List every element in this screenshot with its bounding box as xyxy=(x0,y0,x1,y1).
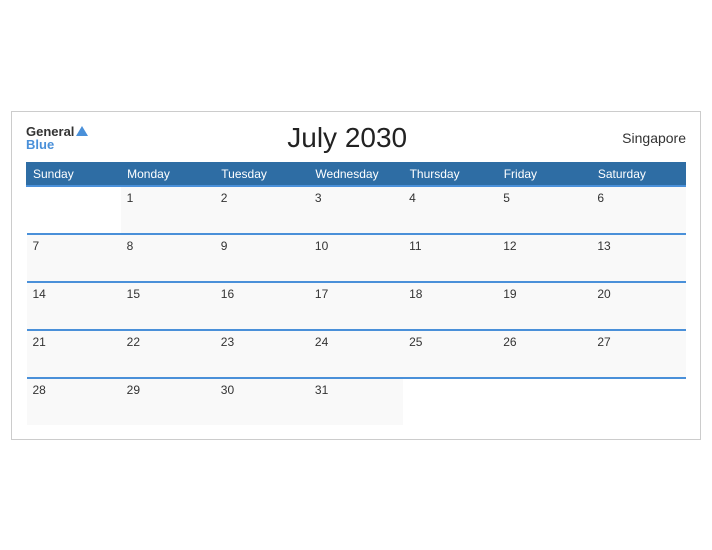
day-cell: 8 xyxy=(121,234,215,282)
day-number: 20 xyxy=(597,287,610,301)
day-cell: 12 xyxy=(497,234,591,282)
day-cell: 17 xyxy=(309,282,403,330)
day-number: 3 xyxy=(315,191,322,205)
day-number: 15 xyxy=(127,287,140,301)
day-cell: 16 xyxy=(215,282,309,330)
day-number: 6 xyxy=(597,191,604,205)
day-number: 1 xyxy=(127,191,134,205)
day-number: 9 xyxy=(221,239,228,253)
day-number: 27 xyxy=(597,335,610,349)
calendar-location: Singapore xyxy=(606,130,686,146)
day-number: 14 xyxy=(33,287,46,301)
day-number: 31 xyxy=(315,383,328,397)
day-number: 16 xyxy=(221,287,234,301)
day-cell: 13 xyxy=(591,234,685,282)
day-cell: 9 xyxy=(215,234,309,282)
day-number: 30 xyxy=(221,383,234,397)
day-cell: 23 xyxy=(215,330,309,378)
day-cell: 3 xyxy=(309,186,403,234)
day-cell xyxy=(27,186,121,234)
day-number: 4 xyxy=(409,191,416,205)
day-cell: 1 xyxy=(121,186,215,234)
day-header-thursday: Thursday xyxy=(403,162,497,186)
days-header-row: SundayMondayTuesdayWednesdayThursdayFrid… xyxy=(27,162,686,186)
day-cell xyxy=(591,378,685,425)
day-cell: 19 xyxy=(497,282,591,330)
day-number: 24 xyxy=(315,335,328,349)
week-row-0: 1 2 3 4 5 6 xyxy=(27,186,686,234)
day-cell: 22 xyxy=(121,330,215,378)
day-number: 11 xyxy=(409,239,421,253)
day-number: 17 xyxy=(315,287,328,301)
day-cell: 21 xyxy=(27,330,121,378)
day-header-friday: Friday xyxy=(497,162,591,186)
day-number: 23 xyxy=(221,335,234,349)
day-number: 26 xyxy=(503,335,516,349)
logo-blue: Blue xyxy=(26,138,88,151)
day-cell: 31 xyxy=(309,378,403,425)
day-cell: 28 xyxy=(27,378,121,425)
day-cell: 10 xyxy=(309,234,403,282)
day-number: 10 xyxy=(315,239,328,253)
week-row-4: 28 29 30 31 xyxy=(27,378,686,425)
week-row-2: 14 15 16 17 18 19 20 xyxy=(27,282,686,330)
day-cell: 26 xyxy=(497,330,591,378)
day-cell: 4 xyxy=(403,186,497,234)
day-cell: 24 xyxy=(309,330,403,378)
day-number: 25 xyxy=(409,335,422,349)
logo-general: General xyxy=(26,125,88,138)
day-cell: 14 xyxy=(27,282,121,330)
day-cell xyxy=(497,378,591,425)
day-number: 12 xyxy=(503,239,516,253)
calendar-container: General Blue July 2030 Singapore SundayM… xyxy=(11,111,701,440)
calendar-title: July 2030 xyxy=(88,122,606,154)
day-number: 19 xyxy=(503,287,516,301)
day-number: 13 xyxy=(597,239,610,253)
day-number: 22 xyxy=(127,335,140,349)
logo: General Blue xyxy=(26,125,88,151)
logo-arrow-icon xyxy=(76,126,88,136)
day-cell: 30 xyxy=(215,378,309,425)
day-cell: 15 xyxy=(121,282,215,330)
day-cell: 2 xyxy=(215,186,309,234)
day-cell: 27 xyxy=(591,330,685,378)
day-number: 5 xyxy=(503,191,510,205)
day-cell: 5 xyxy=(497,186,591,234)
day-number: 29 xyxy=(127,383,140,397)
day-cell: 20 xyxy=(591,282,685,330)
day-cell: 6 xyxy=(591,186,685,234)
day-header-tuesday: Tuesday xyxy=(215,162,309,186)
day-number: 18 xyxy=(409,287,422,301)
day-number: 7 xyxy=(33,239,40,253)
day-number: 28 xyxy=(33,383,46,397)
day-cell: 7 xyxy=(27,234,121,282)
day-number: 21 xyxy=(33,335,46,349)
day-cell: 25 xyxy=(403,330,497,378)
day-cell: 11 xyxy=(403,234,497,282)
day-cell: 18 xyxy=(403,282,497,330)
day-header-wednesday: Wednesday xyxy=(309,162,403,186)
day-header-monday: Monday xyxy=(121,162,215,186)
day-number: 8 xyxy=(127,239,134,253)
calendar-grid: SundayMondayTuesdayWednesdayThursdayFrid… xyxy=(26,162,686,425)
day-number: 2 xyxy=(221,191,228,205)
week-row-3: 21 22 23 24 25 26 27 xyxy=(27,330,686,378)
day-cell xyxy=(403,378,497,425)
week-row-1: 7 8 9 10 11 12 13 xyxy=(27,234,686,282)
day-cell: 29 xyxy=(121,378,215,425)
day-header-sunday: Sunday xyxy=(27,162,121,186)
calendar-header: General Blue July 2030 Singapore xyxy=(26,122,686,154)
day-header-saturday: Saturday xyxy=(591,162,685,186)
